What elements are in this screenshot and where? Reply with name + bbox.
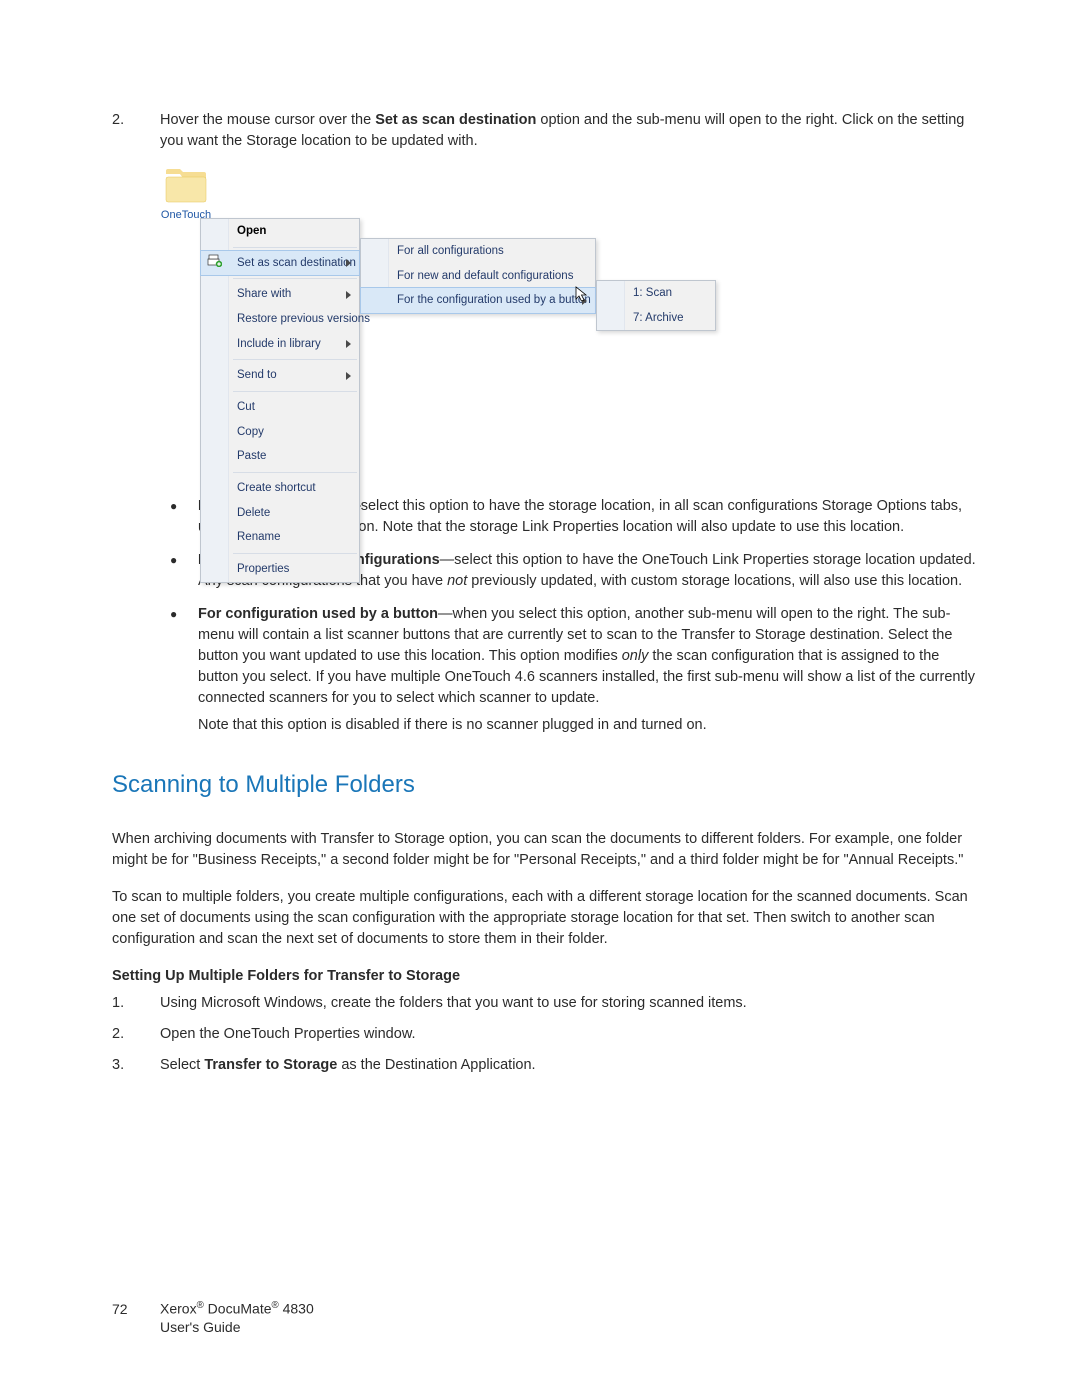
context-menu-primary[interactable]: Open Set as scan destination Share with … (200, 218, 360, 583)
menu-item-paste[interactable]: Paste (201, 444, 359, 469)
bullet-head: For configuration used by a button (198, 606, 438, 622)
menu-item-properties[interactable]: Properties (201, 557, 359, 582)
menu-item-include-library[interactable]: Include in library (201, 332, 359, 357)
context-menu-screenshot: OneTouch Open Set as scan destination Sh… (156, 168, 980, 478)
bullet-em: not (447, 573, 467, 589)
sub-heading: Setting Up Multiple Folders for Transfer… (112, 966, 980, 987)
numbered-step: 2. Open the OneTouch Properties window. (112, 1024, 980, 1045)
registered-mark: ® (272, 1300, 279, 1311)
step-2: 2. Hover the mouse cursor over the Set a… (112, 110, 980, 152)
step-text: Hover the mouse cursor over the Set as s… (160, 110, 980, 152)
registered-mark: ® (197, 1300, 204, 1311)
submenu-arrow-icon (346, 259, 351, 267)
bullet-icon: ● (170, 550, 178, 592)
step-number: 2. (112, 1024, 136, 1045)
menu-item-cut[interactable]: Cut (201, 395, 359, 420)
step-text: Open the OneTouch Properties window. (160, 1024, 980, 1045)
page-footer: 72 Xerox® DocuMate® 4830 User's Guide (112, 1299, 314, 1337)
submenu-for-new-default[interactable]: For new and default configurations (361, 264, 595, 289)
numbered-step: 1. Using Microsoft Windows, create the f… (112, 993, 980, 1014)
step-number: 2. (112, 110, 136, 152)
submenu-for-all-configurations[interactable]: For all configurations (361, 239, 595, 264)
bullet-text: previously updated, with custom storage … (467, 573, 962, 589)
bullet-item: ● For configuration used by a button—whe… (112, 604, 980, 736)
menu-item-restore-previous[interactable]: Restore previous versions (201, 307, 359, 332)
step-text: Using Microsoft Windows, create the fold… (160, 993, 980, 1014)
folder: OneTouch (156, 168, 216, 224)
folder-icon (164, 168, 208, 204)
submenu-arrow-icon (346, 291, 351, 299)
submenu-button-archive[interactable]: 7: Archive (597, 306, 715, 331)
scanner-icon (207, 254, 222, 267)
submenu-button-scan[interactable]: 1: Scan (597, 281, 715, 306)
text-bold: Set as scan destination (375, 112, 536, 128)
bullet-em: only (622, 648, 649, 664)
menu-item-rename[interactable]: Rename (201, 525, 359, 550)
body-paragraph: When archiving documents with Transfer t… (112, 829, 980, 871)
step-number: 3. (112, 1055, 136, 1076)
menu-item-set-scan-destination[interactable]: Set as scan destination (201, 251, 359, 276)
submenu-for-button[interactable]: For the configuration used by a button (361, 288, 595, 313)
submenu-arrow-icon (346, 340, 351, 348)
menu-item-copy[interactable]: Copy (201, 420, 359, 445)
submenu-arrow-icon (346, 372, 351, 380)
text: Hover the mouse cursor over the (160, 112, 375, 128)
body-paragraph: To scan to multiple folders, you create … (112, 887, 980, 950)
step-text: Select Transfer to Storage as the Destin… (160, 1055, 980, 1076)
menu-item-delete[interactable]: Delete (201, 501, 359, 526)
context-menu-submenu-buttons[interactable]: 1: Scan 7: Archive (596, 280, 716, 331)
footer-text: Xerox® DocuMate® 4830 User's Guide (160, 1299, 314, 1337)
bullet-icon: ● (170, 496, 178, 538)
bullet-note: Note that this option is disabled if the… (198, 715, 980, 736)
context-menu-submenu-destinations[interactable]: For all configurations For new and defau… (360, 238, 596, 314)
menu-item-open[interactable]: Open (201, 219, 359, 244)
menu-item-create-shortcut[interactable]: Create shortcut (201, 476, 359, 501)
menu-item-send-to[interactable]: Send to (201, 363, 359, 388)
page-number: 72 (112, 1299, 136, 1337)
bullet-icon: ● (170, 604, 178, 736)
menu-item-share-with[interactable]: Share with (201, 282, 359, 307)
step-number: 1. (112, 993, 136, 1014)
section-heading: Scanning to Multiple Folders (112, 768, 980, 803)
mouse-cursor-icon (575, 286, 589, 304)
numbered-step: 3. Select Transfer to Storage as the Des… (112, 1055, 980, 1076)
